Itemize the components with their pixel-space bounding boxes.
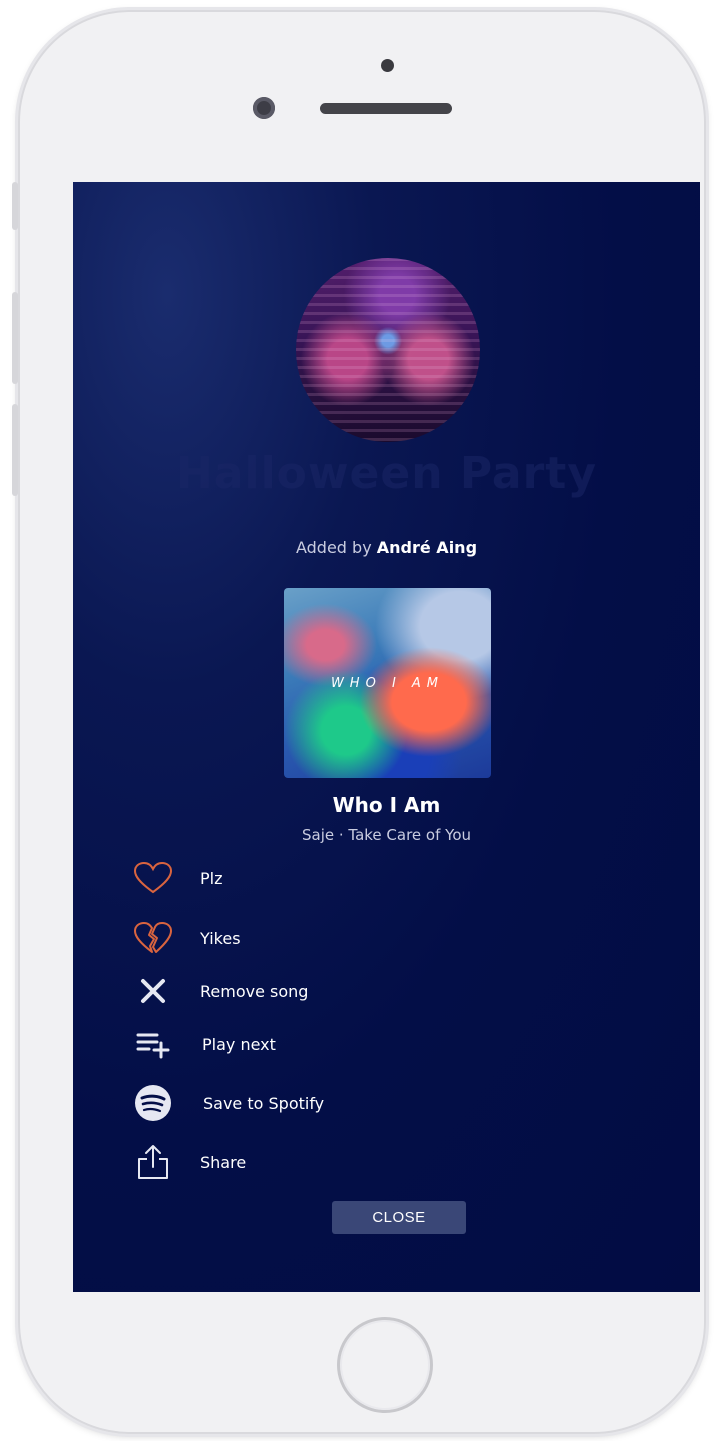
close-x-icon	[133, 973, 173, 1009]
spotify-icon	[133, 1085, 173, 1121]
action-menu: Plz Yikes Remove song Play next Save to …	[73, 182, 700, 1292]
mute-switch	[12, 182, 18, 230]
action-label: Save to Spotify	[203, 1093, 325, 1113]
earpiece-speaker	[320, 103, 452, 114]
action-play-next[interactable]: Play next	[133, 1026, 613, 1062]
proximity-sensor	[381, 59, 394, 72]
action-label: Yikes	[200, 928, 241, 948]
close-button[interactable]: CLOSE	[332, 1201, 466, 1234]
action-plz[interactable]: Plz	[133, 860, 613, 896]
action-label: Share	[200, 1152, 247, 1172]
screen: Halloween Party Added by André Aing WHO …	[73, 182, 700, 1292]
heart-outline-icon	[133, 860, 173, 896]
action-label: Play next	[202, 1034, 276, 1054]
action-save-to-spotify[interactable]: Save to Spotify	[133, 1085, 613, 1121]
volume-down-button	[12, 404, 18, 496]
action-yikes[interactable]: Yikes	[133, 920, 613, 956]
action-label: Remove song	[200, 981, 309, 1001]
share-icon	[133, 1144, 173, 1180]
phone-frame: Halloween Party Added by André Aing WHO …	[12, 10, 706, 1434]
action-share[interactable]: Share	[133, 1144, 613, 1180]
front-camera	[253, 97, 275, 119]
action-remove-song[interactable]: Remove song	[133, 973, 613, 1009]
action-label: Plz	[200, 868, 223, 888]
home-button[interactable]	[337, 1317, 433, 1413]
broken-heart-icon	[133, 920, 173, 956]
queue-add-icon	[133, 1026, 173, 1062]
volume-up-button	[12, 292, 18, 384]
